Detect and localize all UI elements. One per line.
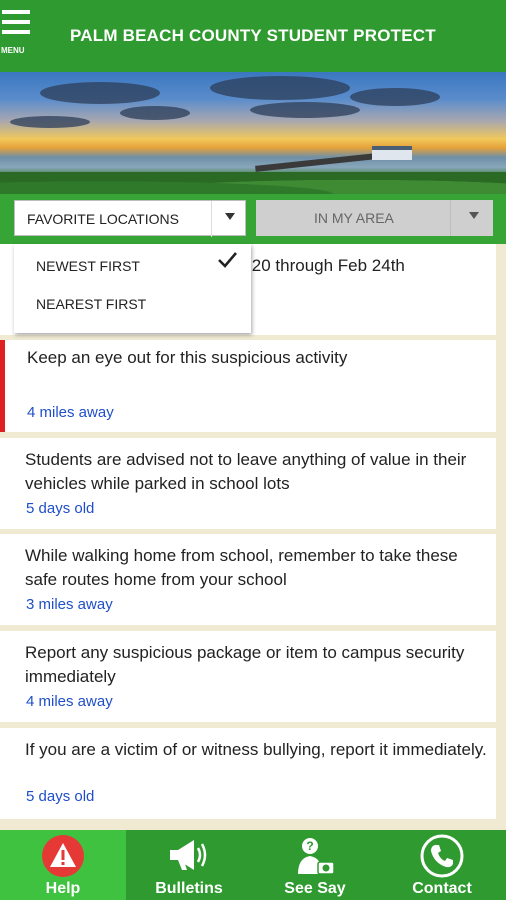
bulletin-card[interactable]: Students are advised not to leave anythi… — [0, 438, 496, 529]
tab-help-label: Help — [45, 880, 81, 897]
megaphone-icon — [170, 840, 207, 870]
bulletin-card[interactable]: Report any suspicious package or item to… — [0, 631, 496, 722]
area-dropdown-label: IN MY AREA — [314, 210, 394, 226]
hamburger-icon — [2, 10, 30, 14]
caret-down-icon — [225, 213, 235, 220]
area-dropdown[interactable]: IN MY AREA — [256, 200, 493, 236]
tab-contact[interactable]: Contact — [378, 830, 506, 900]
dropdown-divider — [450, 200, 451, 236]
dropdown-divider — [211, 201, 212, 237]
bulletin-meta: 3 miles away — [26, 596, 113, 613]
cloud-shape — [10, 116, 90, 128]
filter-bar: FAVORITE LOCATIONS IN MY AREA — [0, 194, 506, 244]
cloud-shape — [120, 106, 190, 120]
bulletin-message: Report any suspicious package or item to… — [25, 643, 465, 686]
tab-bulletins-label: Bulletins — [155, 880, 223, 897]
bulletin-message: While walking home from school, remember… — [25, 546, 458, 589]
tab-contact-label: Contact — [412, 880, 472, 897]
bulletin-meta: 5 days old — [26, 500, 95, 517]
bottom-tab-bar: Help Bulletins ? See Say Contact — [0, 830, 506, 900]
sort-menu: NEWEST FIRST NEAREST FIRST — [14, 244, 251, 333]
tab-help[interactable]: Help — [0, 830, 126, 900]
sort-option-newest[interactable]: NEWEST FIRST — [36, 258, 140, 274]
see-say-icon: ? — [298, 838, 335, 875]
cloud-shape — [350, 88, 440, 106]
bulletin-card[interactable]: While walking home from school, remember… — [0, 534, 496, 625]
favorite-locations-dropdown[interactable]: FAVORITE LOCATIONS — [14, 200, 246, 237]
favorite-locations-label: FAVORITE LOCATIONS — [27, 211, 179, 227]
header-banner-image — [0, 72, 506, 194]
menu-button[interactable]: MENU — [0, 8, 34, 58]
bulletin-card-highlighted[interactable]: Keep an eye out for this suspicious acti… — [0, 340, 496, 432]
tab-bulletins[interactable]: Bulletins — [126, 830, 252, 900]
bulletin-message: Keep an eye out for this suspicious acti… — [27, 348, 348, 367]
bulletin-meta: 5 days old — [26, 788, 95, 805]
bulletin-card[interactable]: If you are a victim of or witness bullyi… — [0, 728, 496, 819]
pier-house-shape — [372, 146, 412, 160]
alert-icon — [42, 835, 84, 877]
cloud-shape — [250, 102, 360, 118]
cloud-shape — [40, 82, 160, 104]
sort-option-nearest-label: NEAREST FIRST — [36, 296, 147, 312]
bulletin-meta: 4 miles away — [26, 693, 113, 710]
bulletin-meta: 4 miles away — [27, 404, 114, 421]
bulletin-message: Students are advised not to leave anythi… — [25, 450, 467, 493]
svg-text:?: ? — [306, 839, 313, 853]
tab-see-say-label: See Say — [284, 880, 346, 897]
phone-icon — [420, 834, 464, 878]
check-icon — [218, 252, 237, 268]
sort-option-newest-label: NEWEST FIRST — [36, 258, 140, 274]
bulletin-message: If you are a victim of or witness bullyi… — [25, 740, 487, 759]
sort-option-nearest[interactable]: NEAREST FIRST — [36, 296, 146, 312]
cloud-shape — [210, 76, 350, 100]
tab-see-say[interactable]: ? See Say — [252, 830, 378, 900]
hamburger-icon-bar — [2, 20, 30, 24]
app-header: MENU PALM BEACH COUNTY STUDENT PROTECT — [0, 0, 506, 72]
hamburger-icon-bar — [2, 30, 30, 34]
menu-label: MENU — [1, 46, 25, 55]
shrubs-shape — [0, 172, 506, 194]
caret-down-icon — [469, 212, 479, 219]
app-title: PALM BEACH COUNTY STUDENT PROTECT — [70, 26, 436, 45]
